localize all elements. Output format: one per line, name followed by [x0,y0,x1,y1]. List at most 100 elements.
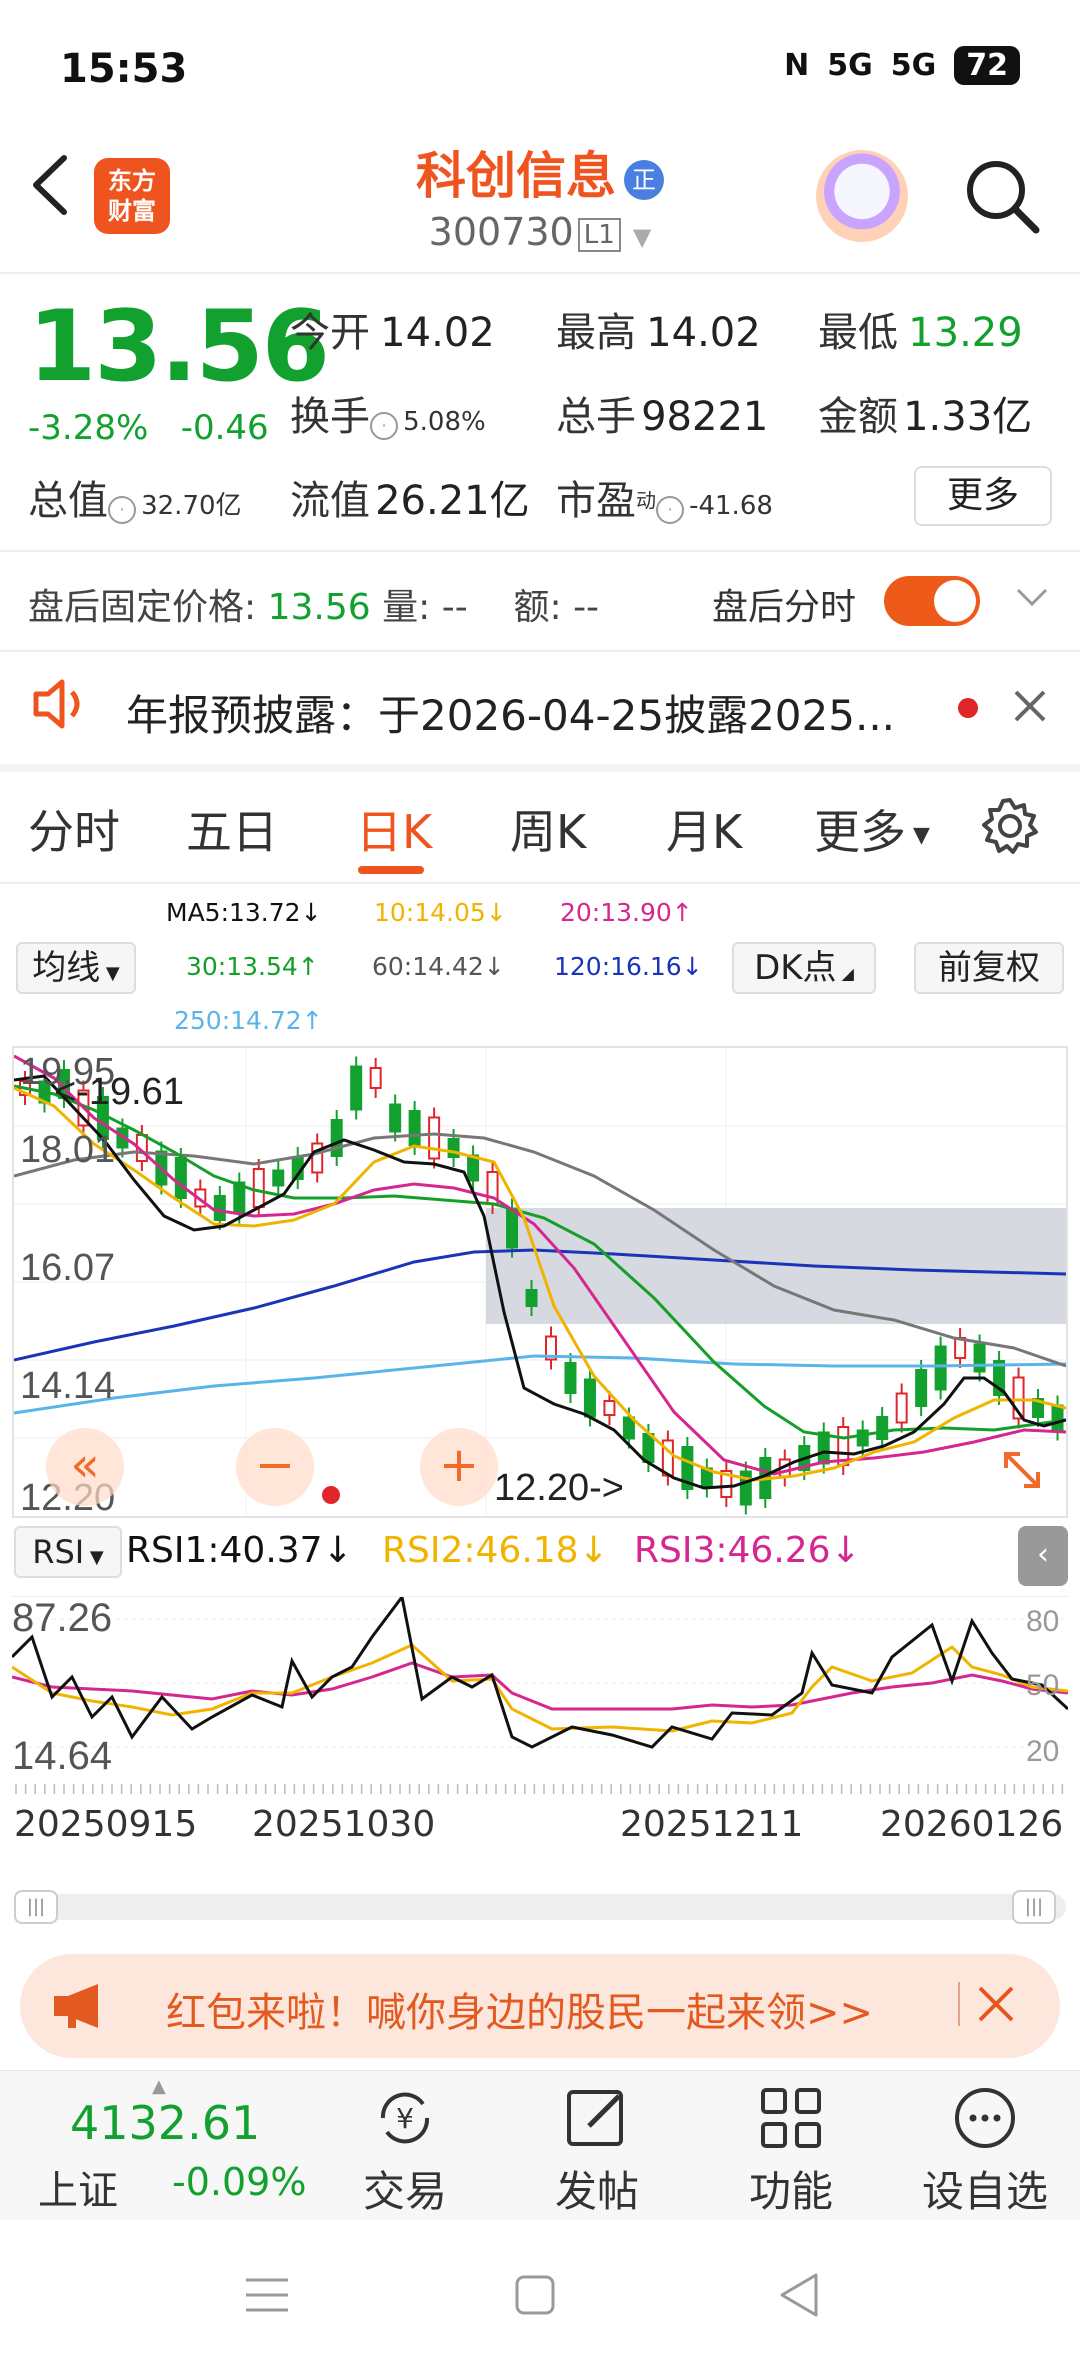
nav-add-watchlist[interactable]: 设自选 [910,2078,1060,2219]
rsi-chart[interactable]: 87.26 14.64 80 50 20 [10,1593,1070,1778]
range-handle-right[interactable]: ||| [1012,1890,1056,1924]
candle-body [467,1154,480,1182]
low-marker: 12.20-> [494,1467,624,1509]
more-button[interactable]: 更多 [914,466,1052,526]
notice-divider-top [0,650,1080,652]
stock-name: 科创信息 [416,147,616,205]
time-axis-ticks [15,1784,1064,1794]
after-hours-row: 盘后固定价格: 13.56 量: -- 额: -- [28,587,600,628]
rsi-y-top: 87.26 [12,1597,112,1640]
promo-close-icon[interactable] [976,1984,1016,2028]
change-row: -3.28% -0.46 [28,408,269,448]
eye-icon: · [656,495,684,524]
candle-body [622,1416,635,1440]
edit-icon [522,2078,672,2158]
pe-field[interactable]: 市盈动 · -41.68 [556,468,773,526]
eye-icon: · [370,411,398,440]
change-pct: -3.28% [28,408,149,448]
level-badge: L1 [577,217,621,252]
tab-daily-k[interactable]: 日K [356,796,432,862]
mktcap-field[interactable]: 总值 · 32.70亿 [28,468,242,526]
scroll-left-button[interactable]: « [46,1428,124,1506]
candle-body [895,1392,908,1424]
float-field: 流值 26.21亿 [290,478,530,524]
candle-body [350,1065,363,1111]
tab-weekly-k[interactable]: 周K [510,796,586,862]
kline-chart[interactable]: 19.95 18.01 16.07 14.14 12.20 <-19.61 12… [12,1046,1068,1519]
nav-post[interactable]: 发帖 [522,2078,672,2219]
candle-body [973,1343,986,1373]
amount-field: 金额 1.33亿 [818,394,1033,440]
indicator-select[interactable]: RSI ▼ [14,1526,122,1578]
expand-icon[interactable] [1000,1448,1044,1496]
dropdown-icon: ▼ [906,823,930,848]
quote-divider [0,550,1080,552]
candle-body [389,1103,402,1133]
stock-code: 300730 [428,210,574,254]
menu-icon[interactable] [244,2272,290,2322]
nfc-icon: N [784,48,810,83]
index-value[interactable]: 4132.61 [70,2096,260,2150]
signal-icon-2: 5G [890,48,937,83]
chevron-up-icon: ▲ [152,2076,166,2097]
robot-avatar-icon[interactable] [816,150,908,242]
rsi2-line [11,1643,1069,1733]
candle-body [525,1289,538,1307]
ma250-line [13,1354,1067,1415]
red-dot-marker [322,1486,340,1504]
speaker-icon [30,676,94,736]
adjust-button[interactable]: 前复权 [914,942,1064,994]
notice-text[interactable]: 年报预披露：于2026-04-25披露2025... [126,682,895,743]
range-scrollbar[interactable] [14,1894,1066,1920]
candle-body [506,1207,519,1249]
search-button[interactable] [962,156,1042,236]
nav-features[interactable]: 功能 [716,2078,866,2219]
status-icons: N 5G 5G 72 [784,46,1020,85]
settings-button[interactable] [980,796,1040,860]
candle-body [174,1157,187,1199]
change-value: -0.46 [180,408,269,448]
tab-monthly-k[interactable]: 月K [666,796,742,862]
candle-body [934,1345,947,1391]
after-hours-toggle[interactable] [884,576,980,626]
stock-title[interactable]: 科创信息正 [0,136,1080,208]
range-handle-left[interactable]: ||| [14,1890,58,1924]
more-circle-icon [910,2078,1060,2158]
home-icon[interactable] [512,2272,558,2322]
grid-icon [716,2078,866,2158]
y-label-2: 16.07 [20,1247,115,1289]
dk-point-button[interactable]: DK点 ◢ [732,942,876,994]
megaphone-icon [50,1980,110,2036]
candle-body [1051,1404,1064,1432]
candle-body [213,1195,226,1221]
nav-trade[interactable]: ¥ 交易 [330,2078,480,2219]
tab-five-day[interactable]: 五日 [186,796,278,862]
battery-icon: 72 [954,46,1020,85]
chevron-down-icon: ▼ [632,223,652,251]
candle-body [252,1168,265,1208]
tab-more[interactable]: 更多 ▼ [814,796,930,862]
stock-code-row[interactable]: 300730 L1 ▼ [0,210,1080,254]
candle-body [856,1429,869,1447]
rsi-y-20: 20 [1026,1735,1059,1768]
ma120-value: 120:16.16↓ [554,952,703,981]
collapse-panel-button[interactable]: ‹ [1018,1526,1068,1586]
turnover-field[interactable]: 换手 · 5.08% [290,384,486,442]
tab-intraday[interactable]: 分时 [28,796,120,862]
back-triangle-icon[interactable] [776,2270,822,2324]
section-divider [0,764,1080,772]
zoom-out-button[interactable]: − [236,1428,314,1506]
promo-divider [958,1982,960,2026]
ma-select[interactable]: 均线 ▼ [16,942,136,994]
ma20-value: 20:13.90↑ [560,898,693,927]
index-name[interactable]: 上证 [38,2158,118,2216]
ma10-value: 10:14.05↓ [374,898,507,927]
close-icon[interactable] [1010,686,1050,730]
unread-dot [958,698,978,718]
zoom-in-button[interactable]: + [420,1428,498,1506]
rsi-y-bottom: 14.64 [12,1734,112,1775]
chevron-down-icon[interactable] [1014,578,1050,618]
promo-text[interactable]: 红包来啦！喊你身边的股民一起来领>> [166,1980,873,2038]
rsi-y-80: 80 [1026,1605,1059,1638]
ma5-value: MA5:13.72↓ [166,898,322,927]
